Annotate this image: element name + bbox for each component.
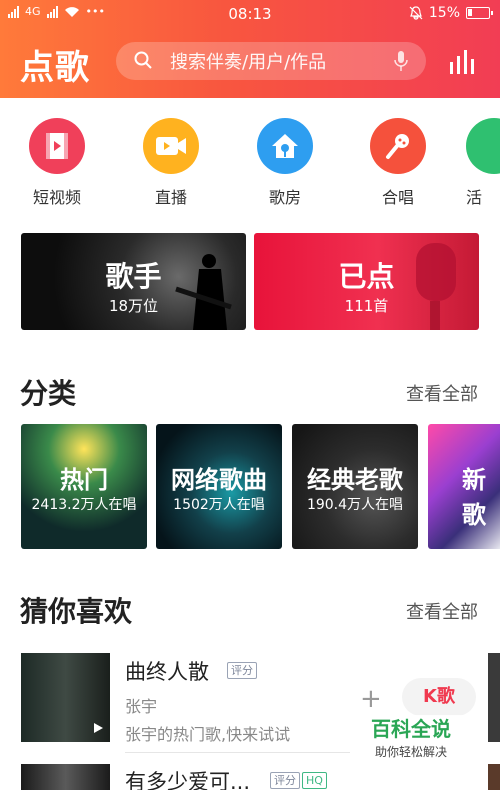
category-name: 新歌 <box>462 466 486 529</box>
watermark-subtitle: 助你轻松解决 <box>374 745 447 759</box>
page-title: 点歌 <box>20 48 90 88</box>
battery-percent: 15% <box>428 5 460 21</box>
divider <box>125 752 350 753</box>
partial-thumbnail <box>488 653 500 742</box>
category-count: 190.4万人在唱 <box>306 497 404 513</box>
search-placeholder: 搜索伴奏/用户/作品 <box>170 52 327 73</box>
live-camera-icon <box>143 118 199 174</box>
score-badge: 评分 <box>270 772 300 789</box>
selected-songs-banner[interactable]: 已点 111首 <box>254 233 479 330</box>
shortcut-chorus[interactable]: 合唱 <box>353 118 443 208</box>
category-name: 网络歌曲 <box>171 466 267 494</box>
banner-subtitle: 111首 <box>344 297 389 315</box>
green-icon <box>466 118 500 174</box>
status-bar: 4G ••• 08:13 15% <box>0 0 500 28</box>
shortcut-label: 合唱 <box>381 188 414 207</box>
mic-icon[interactable] <box>394 50 408 72</box>
add-icon[interactable]: + <box>360 684 382 714</box>
video-film-icon <box>29 118 85 174</box>
banner-title: 已点 <box>338 260 395 293</box>
banner-title: 歌手 <box>105 260 162 293</box>
song-cover <box>21 653 110 742</box>
song-description: 张宇的热门歌,快来试试 <box>125 725 291 744</box>
score-badge: 评分 <box>227 662 257 679</box>
song-title: 有多少爱可... <box>125 770 251 790</box>
shortcut-ktv-room[interactable]: 歌房 <box>240 118 330 208</box>
house-icon <box>257 118 313 174</box>
sing-button[interactable]: K歌 <box>402 678 476 716</box>
categories-title: 分类 <box>20 377 77 410</box>
shortcut-row: 短视频 直播 歌房 合唱 活 <box>0 118 500 218</box>
category-internet-songs[interactable]: 网络歌曲 1502万人在唱 <box>156 424 282 549</box>
singers-banner[interactable]: 歌手 18万位 <box>21 233 246 330</box>
mute-bell-icon <box>409 6 423 20</box>
microphone-icon <box>370 118 426 174</box>
recommend-title: 猜你喜欢 <box>20 595 133 628</box>
category-classic-oldies[interactable]: 经典老歌 190.4万人在唱 <box>292 424 418 549</box>
search-icon <box>134 51 152 69</box>
hq-badge: HQ <box>302 772 327 789</box>
category-count: 2413.2万人在唱 <box>31 497 137 513</box>
shortcut-live[interactable]: 直播 <box>126 118 216 208</box>
banner-subtitle: 18万位 <box>108 297 159 315</box>
app-header: 4G ••• 08:13 15% 点歌 搜索伴奏/用户/作品 <box>0 0 500 98</box>
categories-view-all[interactable]: 查看全部 <box>406 380 478 406</box>
shortcut-short-video[interactable]: 短视频 <box>12 118 102 208</box>
play-icon <box>94 723 103 733</box>
watermark-title: 百科全说 <box>371 717 451 741</box>
battery-icon <box>466 7 493 19</box>
song-cover <box>21 764 110 790</box>
shortcut-partial[interactable]: 活 <box>466 118 500 208</box>
shortcut-label: 直播 <box>154 188 187 207</box>
category-new-songs[interactable]: 新歌 <box>428 424 500 549</box>
shortcut-label: 活 <box>466 188 483 207</box>
category-count: 1502万人在唱 <box>173 497 265 513</box>
song-title: 曲终人散 <box>125 660 209 684</box>
category-name: 热门 <box>60 466 108 494</box>
watermark-logo: 百科全说 助你轻松解决 <box>352 715 470 763</box>
song-artist: 张宇 <box>125 697 158 716</box>
category-hot[interactable]: 热门 2413.2万人在唱 <box>21 424 147 549</box>
partial-thumbnail <box>488 764 500 790</box>
shortcut-label: 短视频 <box>32 188 81 207</box>
ranking-bars-icon[interactable] <box>448 50 478 74</box>
category-name: 经典老歌 <box>307 466 403 494</box>
search-input[interactable]: 搜索伴奏/用户/作品 <box>116 42 426 80</box>
recommend-view-all[interactable]: 查看全部 <box>406 598 478 624</box>
shortcut-label: 歌房 <box>268 188 301 207</box>
